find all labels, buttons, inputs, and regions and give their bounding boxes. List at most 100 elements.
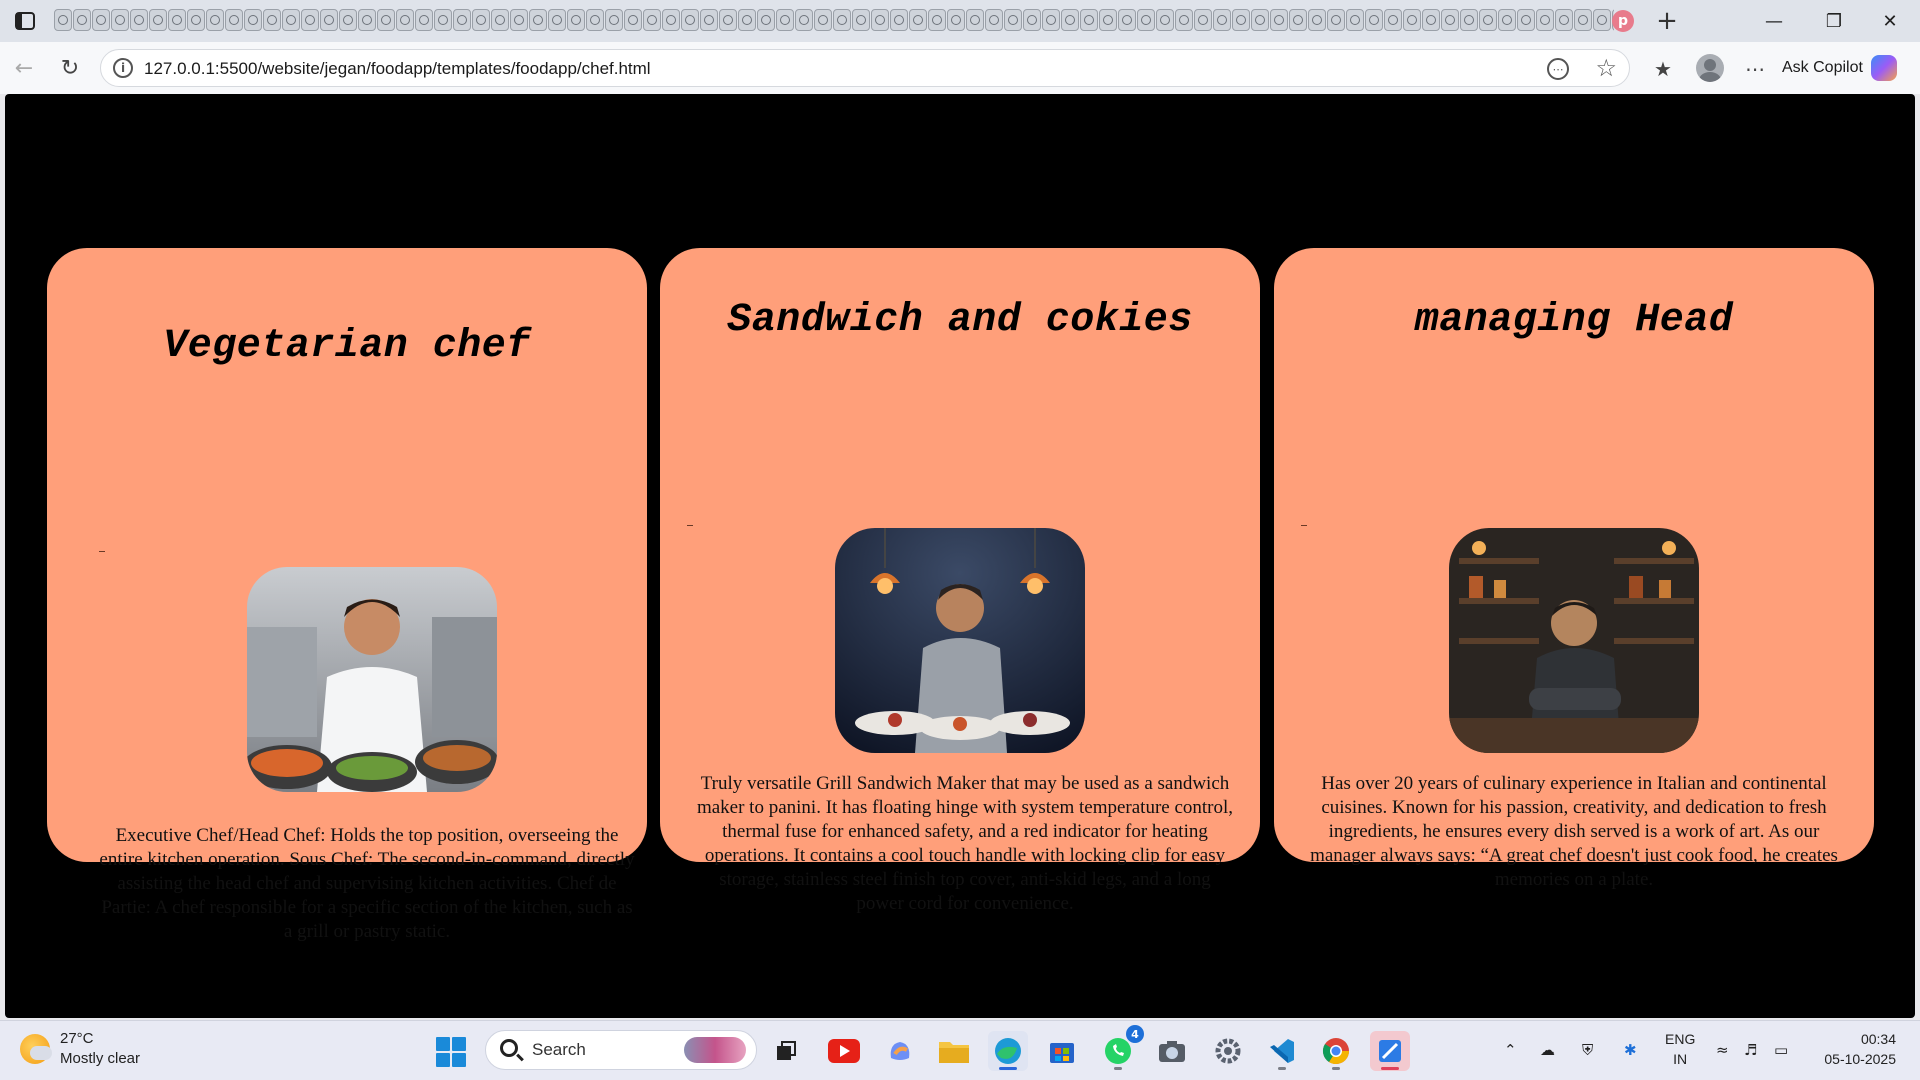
vscode-app-icon[interactable] [1262, 1031, 1302, 1071]
browser-tab[interactable] [1460, 9, 1478, 31]
browser-tab[interactable] [1137, 9, 1155, 31]
browser-tab[interactable] [1213, 9, 1231, 31]
browser-tab[interactable] [624, 9, 642, 31]
browser-tab[interactable] [1517, 9, 1535, 31]
browser-tab[interactable] [567, 9, 585, 31]
browser-tab[interactable] [206, 9, 224, 31]
browser-tab[interactable] [282, 9, 300, 31]
new-tab-button[interactable]: + [1652, 6, 1682, 36]
favorite-star-icon[interactable]: ☆ [1595, 54, 1617, 82]
browser-tab[interactable] [225, 9, 243, 31]
browser-tab[interactable] [263, 9, 281, 31]
browser-tab[interactable] [1536, 9, 1554, 31]
browser-tab[interactable] [358, 9, 376, 31]
browser-tab[interactable] [1346, 9, 1364, 31]
browser-tab[interactable] [92, 9, 110, 31]
browser-tab[interactable] [1403, 9, 1421, 31]
browser-tab[interactable] [795, 9, 813, 31]
language-indicator[interactable]: ENG IN [1665, 1029, 1695, 1069]
browser-tab[interactable] [890, 9, 908, 31]
browser-tab[interactable] [1099, 9, 1117, 31]
browser-tab[interactable] [149, 9, 167, 31]
browser-tab[interactable] [776, 9, 794, 31]
start-menu-icon[interactable] [436, 1037, 466, 1067]
browser-tab[interactable] [1593, 9, 1611, 31]
weather-widget[interactable]: 27°C Mostly clear [20, 1029, 140, 1069]
edge-app-icon[interactable] [988, 1031, 1028, 1071]
browser-tab[interactable] [871, 9, 889, 31]
volume-icon[interactable]: ♬ [1744, 1041, 1757, 1059]
browser-tab[interactable] [643, 9, 661, 31]
browser-tab[interactable] [1175, 9, 1193, 31]
profile-avatar[interactable] [1696, 54, 1724, 82]
browser-tab[interactable] [1555, 9, 1573, 31]
onedrive-icon[interactable]: ☁ [1540, 1041, 1555, 1059]
browser-tab[interactable] [757, 9, 775, 31]
browser-tab[interactable] [1061, 9, 1079, 31]
chrome-app-icon[interactable] [1316, 1031, 1356, 1071]
browser-tab[interactable] [909, 9, 927, 31]
browser-tab[interactable] [453, 9, 471, 31]
battery-icon[interactable]: ▭ [1774, 1041, 1788, 1059]
snipping-tool-app-icon[interactable] [1370, 1031, 1410, 1071]
browser-tab[interactable] [1498, 9, 1516, 31]
browser-tab[interactable] [719, 9, 737, 31]
browser-tab[interactable] [1118, 9, 1136, 31]
browser-tab[interactable] [814, 9, 832, 31]
tab-strip[interactable] [54, 9, 1614, 33]
copilot-app-icon[interactable] [880, 1031, 920, 1071]
favorites-icon[interactable]: ★ [1648, 54, 1678, 84]
browser-tab[interactable] [966, 9, 984, 31]
browser-tab[interactable] [1365, 9, 1383, 31]
browser-tab[interactable] [1194, 9, 1212, 31]
browser-tab[interactable] [1479, 9, 1497, 31]
browser-tab[interactable] [985, 9, 1003, 31]
security-shield-icon[interactable]: ⛨ [1582, 1041, 1593, 1059]
browser-tab[interactable] [1422, 9, 1440, 31]
url-text[interactable]: 127.0.0.1:5500/website/jegan/foodapp/tem… [144, 59, 651, 79]
browser-tab[interactable] [415, 9, 433, 31]
browser-tab[interactable] [1574, 9, 1592, 31]
pinterest-tab-icon[interactable]: p [1612, 10, 1634, 32]
browser-tab[interactable] [1156, 9, 1174, 31]
browser-tab[interactable] [244, 9, 262, 31]
browser-tab[interactable] [187, 9, 205, 31]
show-hidden-icons-icon[interactable]: ⌃ [1504, 1041, 1517, 1059]
microsoft-store-icon[interactable] [1042, 1031, 1082, 1071]
browser-tab[interactable] [377, 9, 395, 31]
browser-tab[interactable] [396, 9, 414, 31]
taskbar-search[interactable]: Search [485, 1030, 757, 1070]
close-window-button[interactable]: ✕ [1870, 6, 1910, 36]
file-explorer-icon[interactable] [934, 1031, 974, 1071]
browser-tab[interactable] [491, 9, 509, 31]
browser-tab[interactable] [1251, 9, 1269, 31]
minimize-button[interactable]: — [1754, 6, 1794, 36]
browser-tab[interactable] [320, 9, 338, 31]
browser-tab[interactable] [434, 9, 452, 31]
browser-tab[interactable] [1004, 9, 1022, 31]
browser-tab[interactable] [928, 9, 946, 31]
whatsapp-app-icon[interactable]: 4 [1098, 1025, 1144, 1071]
browser-tab[interactable] [111, 9, 129, 31]
browser-tab[interactable] [130, 9, 148, 31]
browser-tab[interactable] [662, 9, 680, 31]
browser-tab[interactable] [168, 9, 186, 31]
browser-tab[interactable] [548, 9, 566, 31]
ask-copilot-button[interactable]: Ask Copilot [1782, 50, 1897, 86]
back-icon[interactable]: ← [8, 52, 40, 84]
browser-tab[interactable] [472, 9, 490, 31]
bluetooth-icon[interactable]: ✱ [1624, 1041, 1637, 1059]
browser-tab[interactable] [1441, 9, 1459, 31]
reload-icon[interactable]: ↻ [54, 52, 86, 84]
browser-tab[interactable] [1308, 9, 1326, 31]
system-clock[interactable]: 00:34 05-10-2025 [1818, 1029, 1896, 1069]
browser-tab[interactable] [1042, 9, 1060, 31]
browser-tab[interactable] [681, 9, 699, 31]
more-menu-icon[interactable]: ⋯ [1740, 54, 1770, 84]
site-info-icon[interactable]: i [113, 58, 133, 78]
task-view-icon[interactable] [766, 1031, 806, 1071]
browser-tab[interactable] [54, 9, 72, 31]
browser-tab[interactable] [1270, 9, 1288, 31]
browser-tab[interactable] [1232, 9, 1250, 31]
tab-actions-icon[interactable] [14, 10, 36, 32]
